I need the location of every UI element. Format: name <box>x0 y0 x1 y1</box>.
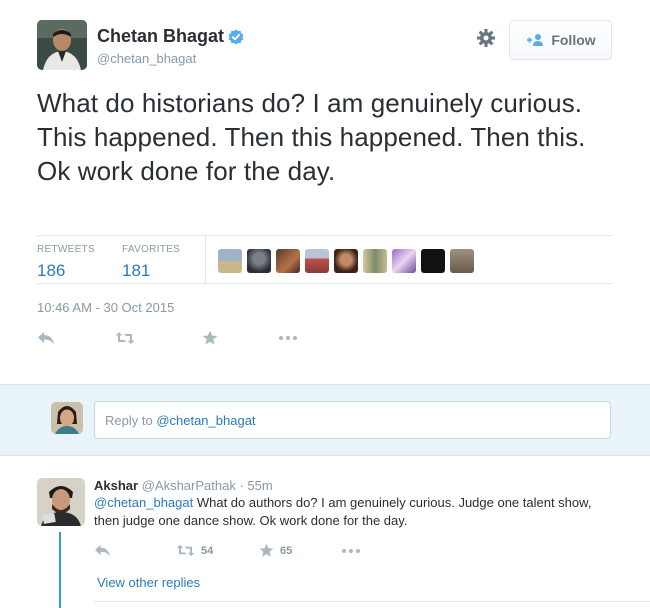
reply-author-avatar[interactable] <box>37 478 85 526</box>
favoriter-avatar[interactable] <box>305 249 329 273</box>
reply-composer: Reply to @chetan_bhagat <box>0 384 650 456</box>
favoriter-avatar[interactable] <box>363 249 387 273</box>
reply-input[interactable]: Reply to @chetan_bhagat <box>94 401 611 439</box>
reply-retweet-action[interactable]: 54 <box>176 544 259 557</box>
tweet-text: What do historians do? I am genuinely cu… <box>37 88 586 186</box>
retweet-icon <box>115 332 135 344</box>
reply-author-handle[interactable]: @AksharPathak <box>142 478 236 493</box>
reply-favorite-count: 65 <box>280 544 293 557</box>
reply-mention[interactable]: @chetan_bhagat <box>94 495 193 510</box>
retweets-stat[interactable]: RETWEETS 186 <box>37 244 95 281</box>
retweet-action[interactable] <box>115 331 202 345</box>
more-action[interactable] <box>278 335 298 341</box>
retweets-label: RETWEETS <box>37 244 95 255</box>
favorites-stat[interactable]: FAVORITES 181 <box>122 244 180 281</box>
divider <box>94 601 650 602</box>
thread-line <box>59 532 61 608</box>
favorite-icon <box>259 543 274 557</box>
tweet-timestamp[interactable]: 10:46 AM - 30 Oct 2015 <box>37 300 174 315</box>
author-name[interactable]: Chetan Bhagat <box>97 26 244 47</box>
favorites-count[interactable]: 181 <box>122 261 180 281</box>
favoriter-avatar[interactable] <box>421 249 445 273</box>
favorites-label: FAVORITES <box>122 244 181 255</box>
favorite-action[interactable] <box>202 330 278 346</box>
retweets-count[interactable]: 186 <box>37 261 95 281</box>
reply-reply-action[interactable] <box>94 544 176 557</box>
author-handle[interactable]: @chetan_bhagat <box>97 51 196 66</box>
retweet-icon <box>176 544 195 557</box>
reply-retweet-count: 54 <box>201 544 214 557</box>
reply-header: Akshar @AksharPathak · 55m <box>94 478 273 493</box>
favoriter-avatar[interactable] <box>334 249 358 273</box>
reply-text: @chetan_bhagat What do authors do? I am … <box>94 494 604 530</box>
reply-action[interactable] <box>37 331 115 345</box>
follow-button[interactable]: Follow <box>509 20 612 60</box>
stats-divider <box>205 236 206 284</box>
reply-favorite-action[interactable]: 65 <box>259 543 341 558</box>
favoriter-avatar[interactable] <box>247 249 271 273</box>
more-icon <box>279 336 297 340</box>
favoriter-avatar[interactable] <box>276 249 300 273</box>
view-other-replies-link[interactable]: View other replies <box>97 575 200 590</box>
reply-actions: 54 65 <box>94 543 361 558</box>
author-name-text[interactable]: Chetan Bhagat <box>97 26 224 47</box>
reply-placeholder: Reply to <box>105 413 157 428</box>
reply-icon <box>38 332 54 344</box>
reply-author-name[interactable]: Akshar <box>94 478 138 493</box>
gear-icon[interactable] <box>476 28 496 48</box>
favoriter-avatar[interactable] <box>392 249 416 273</box>
follow-label: Follow <box>551 32 596 48</box>
follow-person-icon <box>527 34 544 46</box>
more-icon <box>342 548 360 553</box>
tweet-actions <box>37 330 298 346</box>
main-tweet: Chetan Bhagat @chetan_bhagat Follow What… <box>0 0 650 384</box>
current-user-avatar <box>51 402 83 434</box>
favoriter-avatar[interactable] <box>450 249 474 273</box>
tweet-stats: RETWEETS 186 FAVORITES 181 <box>37 235 612 284</box>
verified-icon <box>228 29 244 45</box>
favorite-icon <box>202 330 218 345</box>
reply-placeholder-mention: @chetan_bhagat <box>156 413 256 428</box>
reply-time[interactable]: · 55m <box>239 478 272 493</box>
reply-tweet: Akshar @AksharPathak · 55m @chetan_bhaga… <box>0 464 650 608</box>
author-avatar[interactable] <box>37 20 87 70</box>
reply-more-action[interactable] <box>341 548 361 554</box>
favoriter-avatar[interactable] <box>218 249 242 273</box>
reply-icon <box>95 544 110 557</box>
favoriter-avatars <box>218 249 474 273</box>
